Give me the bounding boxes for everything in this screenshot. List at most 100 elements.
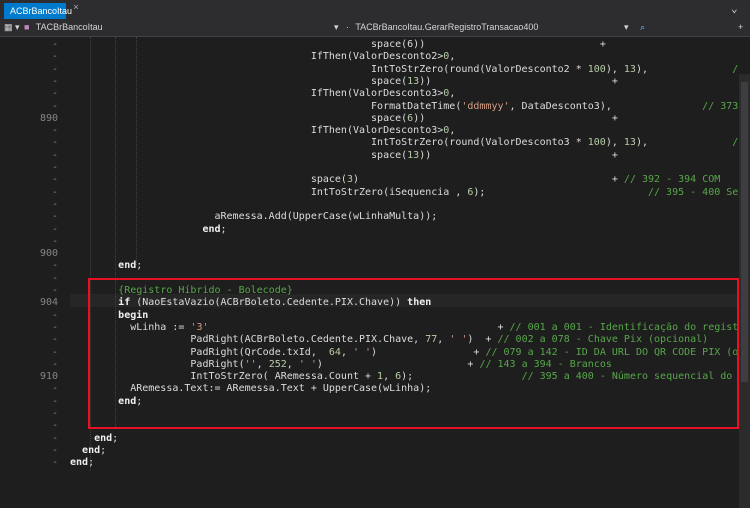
chevron-down-icon[interactable]: ▾ bbox=[15, 22, 20, 32]
navigation-bar: ▦ ▾ ■ TACBrBancoItau ▾ · TACBrBancoItau.… bbox=[0, 19, 750, 37]
code-token: ; bbox=[88, 457, 95, 469]
code-token: 100 bbox=[587, 63, 606, 75]
line-number: - bbox=[51, 63, 58, 75]
line-number: 890 bbox=[39, 112, 58, 124]
line-number: - bbox=[51, 211, 58, 223]
line-number: - bbox=[51, 88, 58, 100]
code-line[interactable]: end; bbox=[70, 445, 106, 457]
code-token: end bbox=[94, 432, 113, 444]
class-dropdown-value: TACBrBancoItau bbox=[35, 22, 103, 32]
line-number: - bbox=[51, 432, 58, 444]
line-number: - bbox=[51, 186, 58, 198]
code-line[interactable]: IfThen(ValorDesconto3>0, bbox=[70, 88, 456, 100]
code-token: aRemessa.Add(UpperCase(wLinhaMulta)); bbox=[70, 211, 438, 223]
highlight-box bbox=[88, 278, 739, 429]
close-icon[interactable]: × bbox=[73, 3, 83, 13]
line-number: - bbox=[51, 125, 58, 137]
code-line[interactable]: space(3) + // 392 - 394 COM bbox=[70, 174, 720, 186]
code-token: ; bbox=[136, 260, 143, 272]
code-token: )) + bbox=[413, 112, 618, 124]
code-line[interactable]: IntToStrZero(round(ValorDesconto2 * 100)… bbox=[70, 64, 738, 76]
tab-bar: ACBrBancoItau × ⌄ bbox=[0, 0, 750, 19]
file-icon: · bbox=[346, 22, 349, 32]
tab-acbrbancoitau[interactable]: ACBrBancoItau bbox=[4, 3, 72, 19]
code-token: space( bbox=[70, 149, 408, 161]
chevron-down-icon[interactable]: ⌄ bbox=[731, 3, 738, 14]
code-line[interactable]: space(6)) + bbox=[70, 39, 606, 51]
line-number: - bbox=[51, 162, 58, 173]
code-token: space(6)) bbox=[70, 39, 426, 50]
line-number: - bbox=[51, 100, 58, 112]
code-token: 13 bbox=[623, 137, 636, 149]
code-token: 13 bbox=[407, 149, 420, 161]
code-line[interactable]: end; bbox=[70, 433, 118, 445]
code-token: ), bbox=[635, 137, 648, 149]
code-token: end bbox=[82, 444, 101, 456]
code-token: IntToStrZero(iSequencia , bbox=[70, 186, 468, 198]
line-number: - bbox=[51, 51, 58, 63]
line-number: - bbox=[51, 198, 58, 210]
vertical-scrollbar[interactable] bbox=[739, 74, 750, 508]
line-number: 904 bbox=[39, 297, 58, 309]
line-number: - bbox=[51, 358, 58, 370]
code-line[interactable]: space(13)) + bbox=[70, 76, 618, 88]
split-icon[interactable]: + bbox=[738, 22, 743, 32]
code-token: IfThen(ValorDesconto2> bbox=[70, 51, 444, 63]
code-line[interactable]: aRemessa.Add(UpperCase(wLinhaMulta)); bbox=[70, 211, 437, 223]
line-number: - bbox=[51, 75, 58, 87]
project-icon[interactable]: ▦ bbox=[4, 22, 13, 32]
line-number: - bbox=[51, 309, 58, 321]
line-number: - bbox=[51, 223, 58, 235]
code-token: IfThen(ValorDesconto3> bbox=[70, 88, 444, 100]
line-number: - bbox=[51, 321, 58, 333]
code-token: + bbox=[425, 39, 606, 50]
class-dropdown[interactable]: ■ TACBrBancoItau bbox=[24, 20, 304, 35]
code-token: ; bbox=[112, 432, 119, 444]
code-token: end bbox=[118, 260, 137, 272]
file-icon: ■ bbox=[24, 22, 30, 32]
line-number: - bbox=[51, 395, 58, 407]
method-dropdown-value: TACBrBancoItau.GerarRegistroTransacao400 bbox=[355, 22, 539, 32]
line-number: - bbox=[51, 174, 58, 186]
code-token: )) + bbox=[419, 149, 618, 161]
code-token: , bbox=[449, 88, 456, 100]
line-number: - bbox=[51, 334, 58, 346]
chevron-down-icon[interactable]: ▾ bbox=[624, 22, 629, 32]
code-line[interactable]: end; bbox=[70, 260, 142, 272]
scrollbar-thumb[interactable] bbox=[741, 82, 748, 382]
code-token: space( bbox=[70, 112, 408, 124]
line-number: - bbox=[51, 285, 58, 296]
code-token: ; bbox=[100, 444, 107, 456]
code-line[interactable]: IfThen(ValorDesconto2>0, bbox=[70, 51, 456, 63]
code-line[interactable]: end; bbox=[70, 224, 226, 236]
code-token: ) + bbox=[352, 174, 624, 186]
line-number: - bbox=[51, 260, 58, 272]
code-token: ), bbox=[605, 63, 624, 75]
line-number: - bbox=[51, 420, 58, 432]
code-token: ), bbox=[635, 63, 648, 75]
line-number: 900 bbox=[39, 248, 58, 260]
code-line[interactable]: IfThen(ValorDesconto3>0, bbox=[70, 125, 456, 137]
code-token: IfThen(ValorDesconto3> bbox=[70, 125, 444, 137]
code-line[interactable]: IntToStrZero(round(ValorDesconto3 * 100)… bbox=[70, 137, 738, 149]
code-token: 'ddmmyy' bbox=[461, 100, 510, 112]
line-number: - bbox=[51, 272, 58, 284]
code-token: )) + bbox=[419, 75, 618, 87]
code-token: // 373 - 378 Dat bbox=[702, 100, 738, 112]
search-icon[interactable]: ⌕ bbox=[640, 22, 645, 32]
code-line[interactable]: space(6)) + bbox=[70, 113, 618, 125]
code-line[interactable]: space(13)) + bbox=[70, 150, 618, 162]
chevron-down-icon[interactable]: ▾ bbox=[334, 22, 339, 32]
code-token: // 392 - 394 COM bbox=[623, 174, 721, 186]
code-token: IntToStrZero(round(ValorDesconto2 * bbox=[70, 63, 588, 75]
code-line[interactable]: IntToStrZero(iSequencia , 6); // 395 - 4… bbox=[70, 187, 738, 199]
code-token: end bbox=[70, 457, 89, 469]
code-line[interactable]: end; bbox=[70, 457, 94, 469]
line-number: - bbox=[51, 383, 58, 395]
code-token: IntToStrZero(round(ValorDesconto3 * bbox=[70, 137, 588, 149]
method-dropdown[interactable]: · TACBrBancoItau.GerarRegistroTransacao4… bbox=[346, 20, 656, 35]
code-token: // 360 - 372 Val bbox=[732, 63, 738, 75]
line-number: 910 bbox=[39, 371, 58, 383]
code-line[interactable]: FormatDateTime('ddmmyy', DataDesconto3),… bbox=[70, 101, 738, 113]
